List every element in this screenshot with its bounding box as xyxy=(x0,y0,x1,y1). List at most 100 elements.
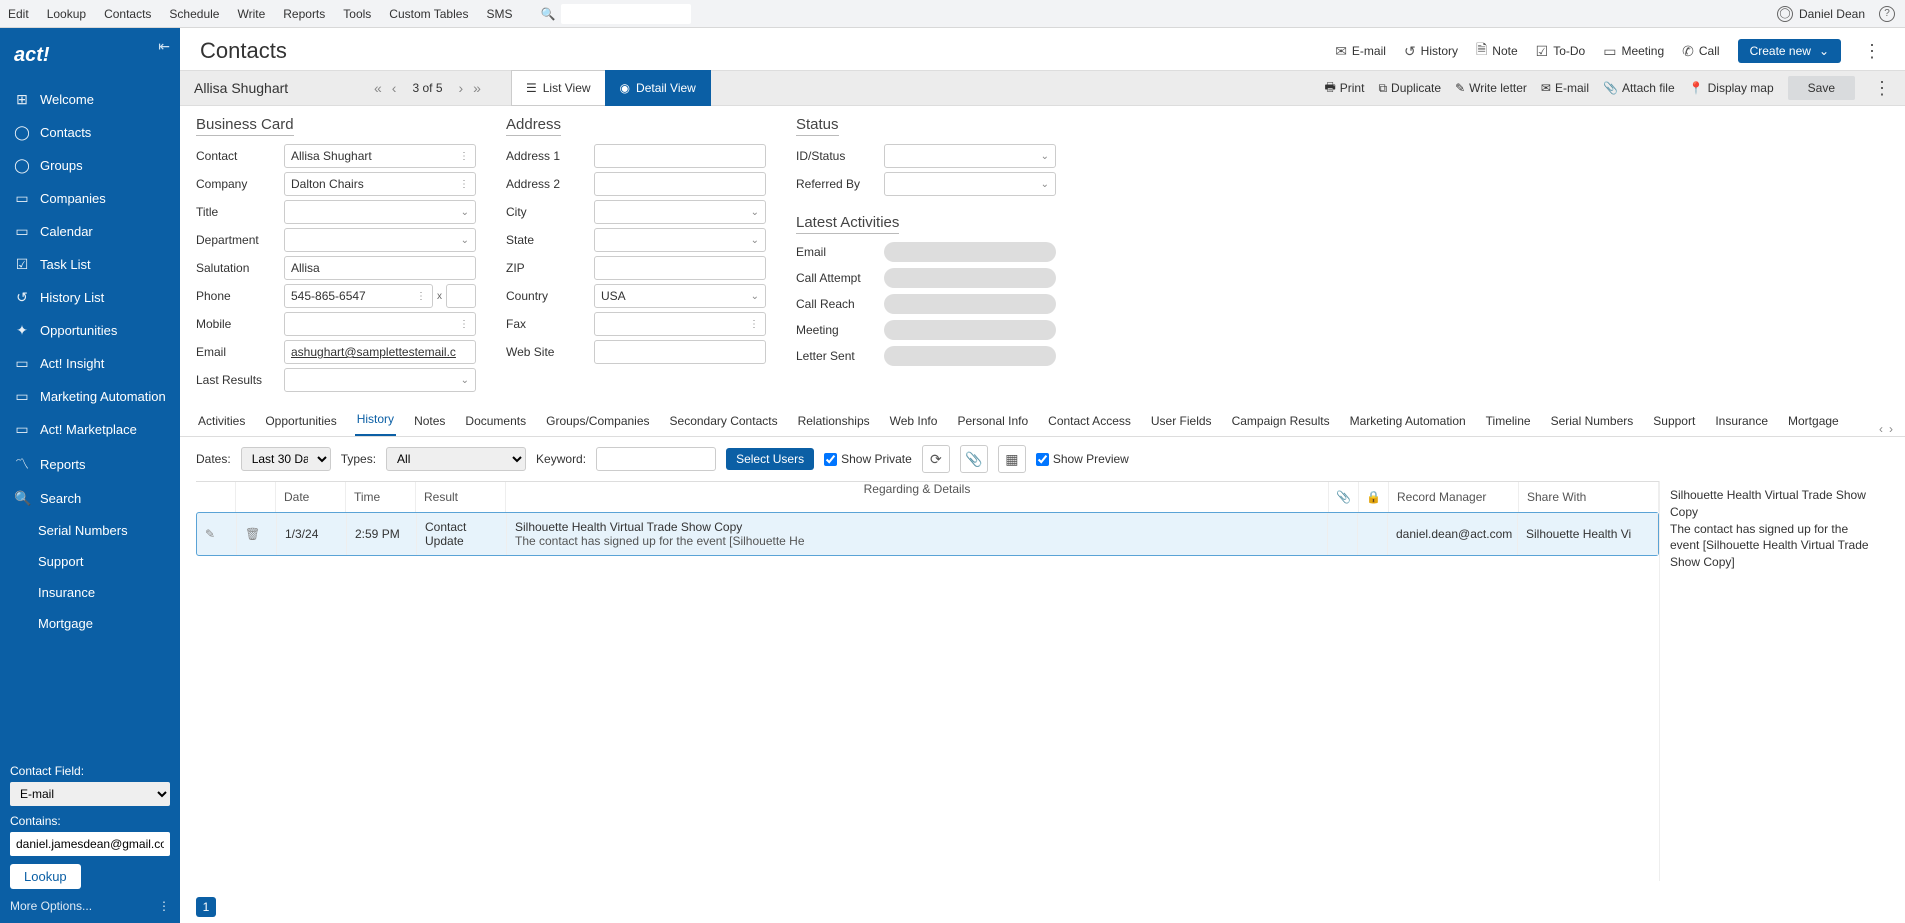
menu-sms[interactable]: SMS xyxy=(486,7,512,21)
sidebar-item-historylist[interactable]: ↺History List xyxy=(0,281,180,314)
list-view-button[interactable]: ☰List View xyxy=(511,70,605,106)
action-todo[interactable]: ☑To-Do xyxy=(1536,43,1586,60)
contact-input[interactable]: Allisa Shughart⋮ xyxy=(284,144,476,168)
tab-relationships[interactable]: Relationships xyxy=(796,410,872,436)
contact-field-select[interactable]: E-mail xyxy=(10,782,170,806)
address2-input[interactable] xyxy=(594,172,766,196)
prev-record-icon[interactable]: ‹ xyxy=(392,80,397,96)
col-result-header[interactable]: Result xyxy=(416,482,506,512)
tab-insurance[interactable]: Insurance xyxy=(1713,410,1770,436)
sidebar-item-marketing[interactable]: ▭Marketing Automation xyxy=(0,380,180,413)
more-options-link[interactable]: More Options... xyxy=(10,899,92,913)
menu-custom-tables[interactable]: Custom Tables xyxy=(389,7,468,21)
referredby-select[interactable]: ⌄ xyxy=(884,172,1056,196)
menu-tools[interactable]: Tools xyxy=(343,7,371,21)
fax-input[interactable]: ⋮ xyxy=(594,312,766,336)
tab-activities[interactable]: Activities xyxy=(196,410,247,436)
last-record-icon[interactable]: » xyxy=(473,80,481,96)
email-button[interactable]: ✉E-mail xyxy=(1541,81,1589,95)
user-chip[interactable]: ◯ Daniel Dean xyxy=(1777,6,1865,22)
lastresults-select[interactable]: ⌄ xyxy=(284,368,476,392)
tab-marketing-automation[interactable]: Marketing Automation xyxy=(1348,410,1468,436)
detail-view-button[interactable]: ◉Detail View xyxy=(605,70,711,106)
select-users-button[interactable]: Select Users xyxy=(726,448,814,470)
sidebar-item-search[interactable]: 🔍Search xyxy=(0,482,180,515)
tab-secondary-contacts[interactable]: Secondary Contacts xyxy=(668,410,780,436)
zip-input[interactable] xyxy=(594,256,766,280)
contains-input[interactable] xyxy=(10,832,170,856)
col-share-header[interactable]: Share With xyxy=(1519,482,1659,512)
department-select[interactable]: ⌄ xyxy=(284,228,476,252)
tab-notes[interactable]: Notes xyxy=(412,410,447,436)
dates-select[interactable]: Last 30 Days xyxy=(241,447,331,471)
sidebar-item-reports[interactable]: 〽Reports xyxy=(0,446,180,482)
tab-groups-companies[interactable]: Groups/Companies xyxy=(544,410,651,436)
tab-mortgage[interactable]: Mortgage xyxy=(1786,410,1841,436)
sidebar-item-contacts[interactable]: ◯Contacts xyxy=(0,116,180,149)
website-input[interactable] xyxy=(594,340,766,364)
edit-row-icon[interactable]: ✎ xyxy=(205,527,215,541)
tab-support[interactable]: Support xyxy=(1651,410,1697,436)
action-email[interactable]: ✉E-mail xyxy=(1335,43,1386,60)
title-select[interactable]: ⌄ xyxy=(284,200,476,224)
sidebar-sub-serial[interactable]: Serial Numbers xyxy=(0,515,180,546)
action-note[interactable]: 🗎Note xyxy=(1476,39,1518,63)
calendar-filter-button[interactable]: ▦ xyxy=(998,445,1026,473)
sidebar-item-tasklist[interactable]: ☑Task List xyxy=(0,248,180,281)
page-number-1[interactable]: 1 xyxy=(196,897,216,917)
sidebar-item-marketplace[interactable]: ▭Act! Marketplace xyxy=(0,413,180,446)
tab-opportunities[interactable]: Opportunities xyxy=(263,410,338,436)
menu-edit[interactable]: Edit xyxy=(8,7,29,21)
global-search-input[interactable] xyxy=(561,4,691,24)
lookup-button[interactable]: Lookup xyxy=(10,864,81,889)
tab-serial-numbers[interactable]: Serial Numbers xyxy=(1549,410,1636,436)
save-button[interactable]: Save xyxy=(1788,76,1855,100)
phone-input[interactable]: 545-865-6547⋮ xyxy=(284,284,433,308)
col-regarding-header[interactable]: Regarding & Details xyxy=(506,482,1329,512)
tabs-prev-icon[interactable]: ‹ xyxy=(1879,422,1883,436)
help-icon[interactable]: ? xyxy=(1879,6,1895,22)
types-select[interactable]: All xyxy=(386,447,526,471)
col-date-header[interactable]: Date xyxy=(276,482,346,512)
sidebar-item-companies[interactable]: ▭Companies xyxy=(0,182,180,215)
idstatus-select[interactable]: ⌄ xyxy=(884,144,1056,168)
menu-lookup[interactable]: Lookup xyxy=(47,7,86,21)
tab-contact-access[interactable]: Contact Access xyxy=(1046,410,1133,436)
tab-timeline[interactable]: Timeline xyxy=(1484,410,1533,436)
sidebar-sub-support[interactable]: Support xyxy=(0,546,180,577)
action-history[interactable]: ↺History xyxy=(1404,43,1458,60)
attach-file-button[interactable]: 📎Attach file xyxy=(1603,81,1675,95)
salutation-input[interactable]: Allisa xyxy=(284,256,476,280)
write-letter-button[interactable]: ✎Write letter xyxy=(1455,81,1527,95)
tab-user-fields[interactable]: User Fields xyxy=(1149,410,1214,436)
display-map-button[interactable]: 📍Display map xyxy=(1689,81,1774,95)
col-manager-header[interactable]: Record Manager xyxy=(1389,482,1519,512)
attach-filter-button[interactable]: 📎 xyxy=(960,445,988,473)
phone-ext-input[interactable] xyxy=(446,284,476,308)
menu-contacts[interactable]: Contacts xyxy=(104,7,151,21)
duplicate-button[interactable]: ⧉Duplicate xyxy=(1378,81,1441,96)
tab-history[interactable]: History xyxy=(355,408,396,436)
more-options-kebab-icon[interactable]: ⋮ xyxy=(158,899,170,913)
email-input[interactable]: ashughart@samplettestemail.c xyxy=(284,340,476,364)
menu-schedule[interactable]: Schedule xyxy=(169,7,219,21)
refresh-button[interactable]: ⟳ xyxy=(922,445,950,473)
tab-documents[interactable]: Documents xyxy=(463,410,528,436)
create-new-button[interactable]: Create new⌄ xyxy=(1738,39,1841,63)
menu-reports[interactable]: Reports xyxy=(283,7,325,21)
sidebar-item-groups[interactable]: ◯Groups xyxy=(0,149,180,182)
menu-write[interactable]: Write xyxy=(237,7,265,21)
tab-web-info[interactable]: Web Info xyxy=(888,410,940,436)
sidebar-item-calendar[interactable]: ▭Calendar xyxy=(0,215,180,248)
page-kebab-icon[interactable]: ⋮ xyxy=(1859,41,1885,62)
city-select[interactable]: ⌄ xyxy=(594,200,766,224)
history-row[interactable]: ✎ 🗑 1/3/24 2:59 PM Contact Update Silhou… xyxy=(196,512,1659,556)
company-input[interactable]: Dalton Chairs⋮ xyxy=(284,172,476,196)
state-select[interactable]: ⌄ xyxy=(594,228,766,252)
show-preview-checkbox[interactable] xyxy=(1036,453,1049,466)
sidebar-item-opportunities[interactable]: ✦Opportunities xyxy=(0,314,180,347)
sidebar-collapse-icon[interactable]: ⇤ xyxy=(158,38,170,55)
sidebar-sub-insurance[interactable]: Insurance xyxy=(0,577,180,608)
record-kebab-icon[interactable]: ⋮ xyxy=(1869,78,1895,99)
print-button[interactable]: 🖶Print xyxy=(1324,78,1364,99)
